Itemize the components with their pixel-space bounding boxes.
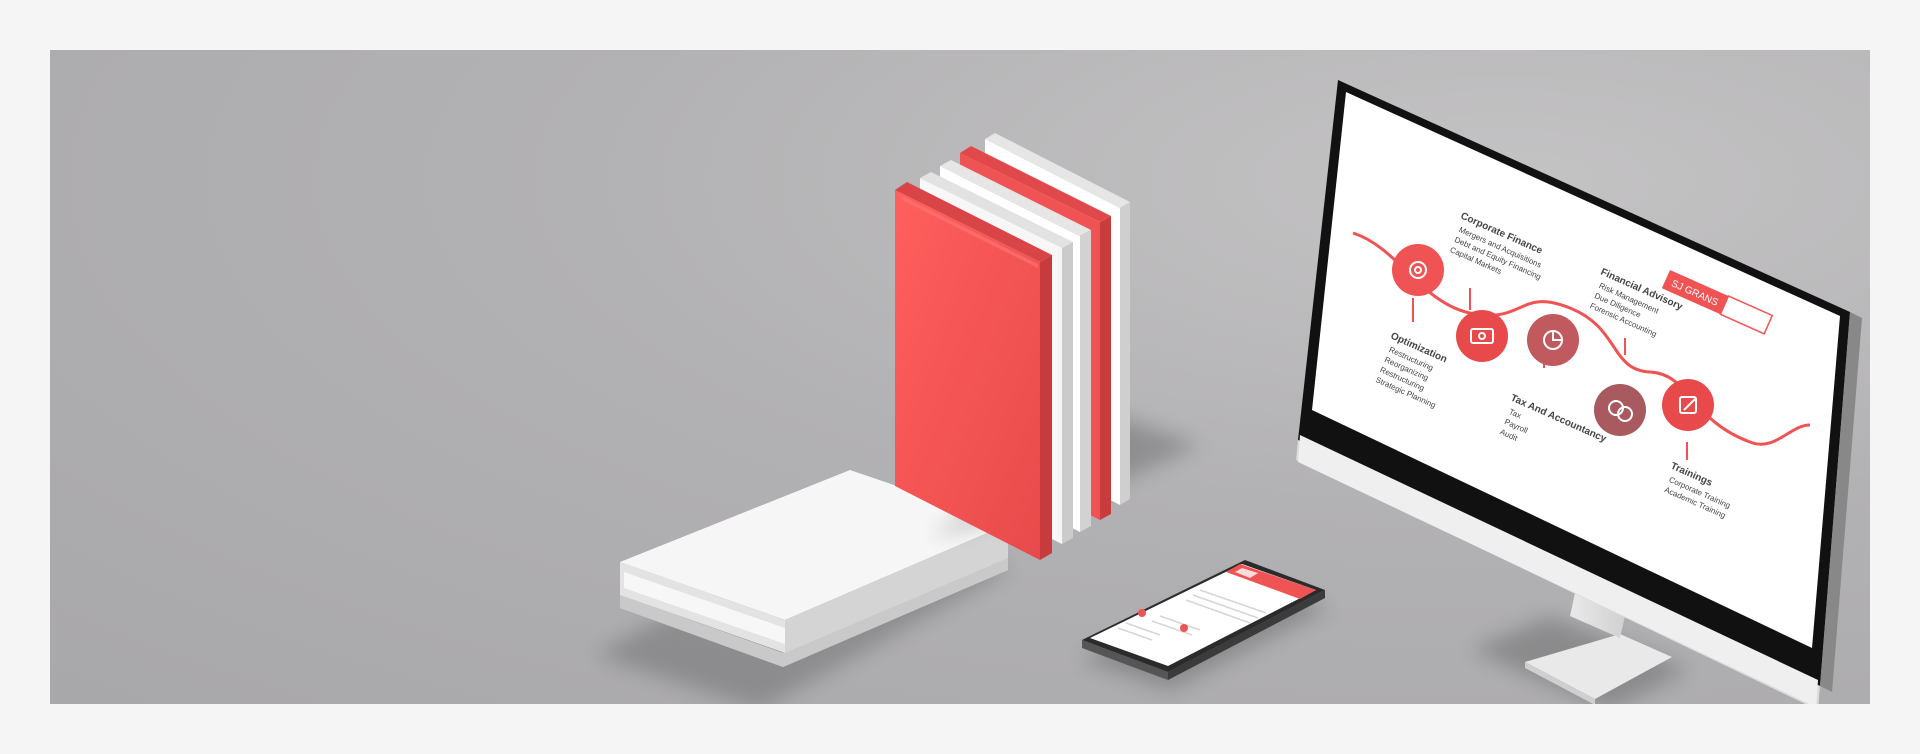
book-stack <box>895 133 1200 560</box>
desktop-monitor: SJ GRANS Corporate Finance Mergers and A… <box>1296 80 1862 704</box>
product-mockup-scene: SJ GRANS Corporate Finance Mergers and A… <box>50 50 1870 704</box>
smartphone <box>1080 560 1330 690</box>
